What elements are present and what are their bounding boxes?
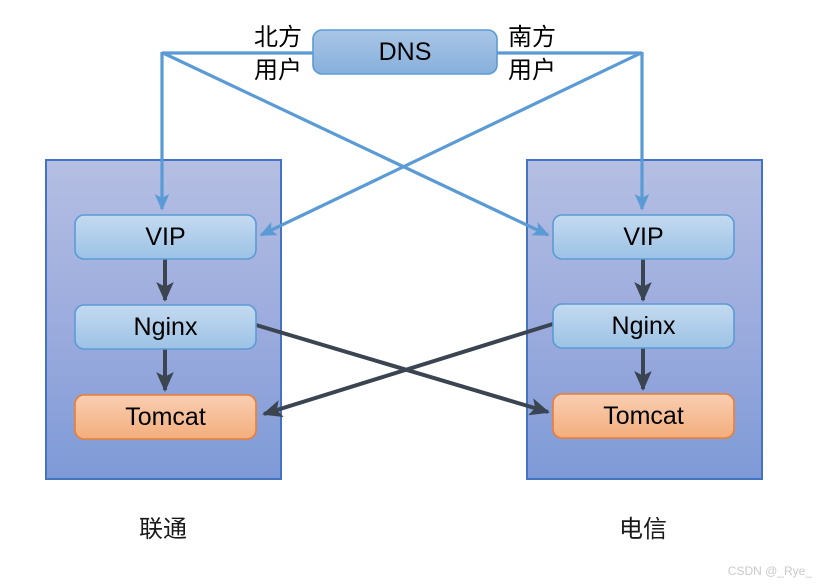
left-nginx-label: Nginx — [134, 313, 198, 341]
right-nginx-node[interactable]: Nginx — [552, 303, 735, 349]
left-tomcat-label: Tomcat — [125, 403, 206, 431]
north-users-label-line1: 北方 — [254, 24, 302, 51]
north-users-label-line2: 用户 — [254, 57, 302, 84]
right-tomcat-label: Tomcat — [603, 402, 684, 430]
dns-node[interactable]: DNS — [312, 29, 498, 75]
left-vip-label: VIP — [145, 223, 185, 251]
datacenter-left-label-text: 联通 — [139, 516, 187, 543]
left-tomcat-node[interactable]: Tomcat — [74, 394, 257, 440]
right-vip-label: VIP — [623, 223, 663, 251]
left-vip-node[interactable]: VIP — [74, 214, 257, 260]
dns-node-label: DNS — [379, 38, 432, 66]
datacenter-left-label: 联通 — [139, 516, 187, 543]
south-users-label-line1: 南方 — [508, 24, 556, 51]
network-architecture-diagram: DNS VIP Nginx Tomcat VIP Nginx Tomcat 北方… — [0, 0, 823, 588]
watermark-text: CSDN @_Rye_ — [728, 564, 813, 578]
right-tomcat-node[interactable]: Tomcat — [552, 393, 735, 439]
south-users-label-line2: 用户 — [508, 57, 556, 84]
right-vip-node[interactable]: VIP — [552, 214, 735, 260]
left-nginx-node[interactable]: Nginx — [74, 304, 257, 350]
datacenter-right-label-text: 电信 — [619, 516, 667, 543]
right-nginx-label: Nginx — [612, 312, 676, 340]
datacenter-right-label: 电信 — [619, 516, 667, 543]
